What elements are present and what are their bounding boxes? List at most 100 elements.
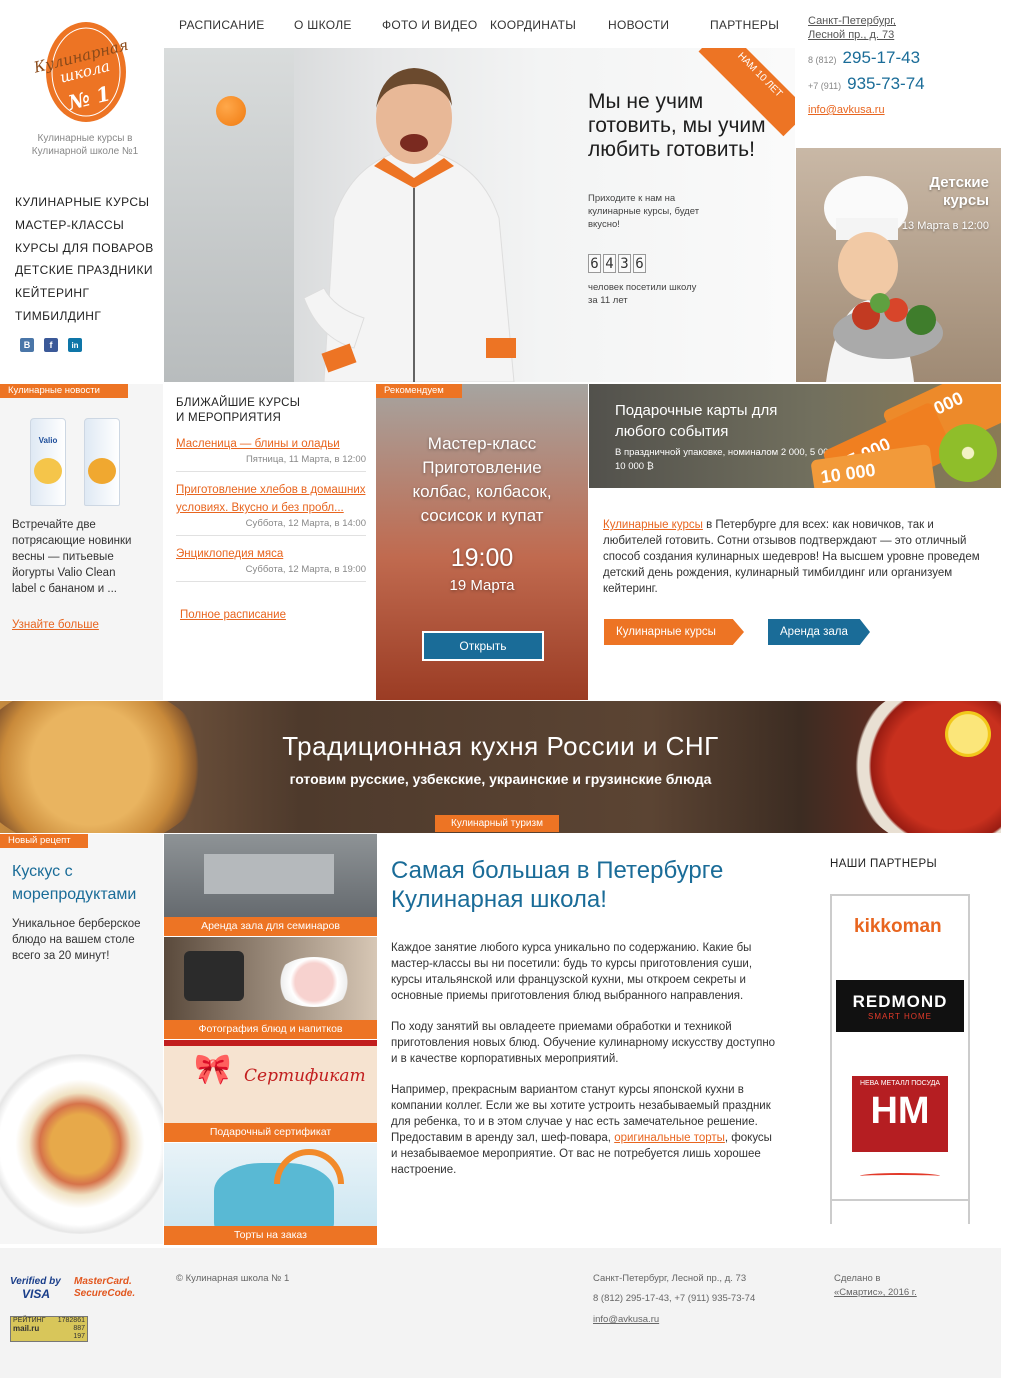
gift-title: Подарочные карты для любого события (615, 402, 778, 440)
top-nav: РАСПИСАНИЕ О ШКОЛЕ ФОТО И ВИДЕО КООРДИНА… (165, 10, 797, 40)
tagline: Кулинарные курсы в Кулинарной школе №1 (31, 133, 139, 157)
partner-kikkoman[interactable]: kikkoman (830, 880, 1000, 1224)
course-item: Масленица — блины и оладьи Пятница, 11 М… (176, 426, 366, 472)
hero-title: Мы не учим готовить, мы учим любить гото… (588, 90, 766, 161)
cuisine-banner[interactable]: Традиционная кухня России и СНГ готовим … (0, 701, 1001, 833)
recommend-date: 19 Марта (449, 577, 515, 594)
topnav-photo-video[interactable]: ФОТО И ВИДЕО (382, 18, 478, 32)
upcoming-courses: БЛИЖАЙШИЕ КУРСЫ И МЕРОПРИЯТИЯ Масленица … (176, 396, 366, 582)
counter-caption: человек посетили школу за 11 лет (588, 282, 697, 306)
news-label: Кулинарные новости (0, 384, 128, 398)
banner-title: Традиционная кухня России и СНГ (282, 731, 719, 761)
culinary-courses-button[interactable]: Кулинарные курсы (604, 619, 744, 645)
made-by-link[interactable]: «Смартис», 2016 г. (834, 1282, 917, 1303)
course-date: Суббота, 12 Марта, в 19:00 (245, 564, 366, 575)
mailru-rating-counter[interactable]: РЕЙТИНГ 1782861 mail.ru 887 197 (10, 1316, 88, 1342)
orange-fruit (216, 96, 246, 126)
original-cakes-link[interactable]: оригинальные торты (614, 1132, 725, 1144)
topnav-schedule[interactable]: РАСПИСАНИЕ (179, 18, 265, 32)
kids-courses-promo[interactable]: Детские курсы 13 Марта в 12:00 (796, 148, 1001, 382)
recommend-time: 19:00 (450, 544, 514, 572)
tile-gift-certificate[interactable]: 🎀 Сертификат Подарочный сертификат (164, 1040, 377, 1142)
open-button[interactable]: Открыть (422, 631, 544, 661)
nav-culinary-courses[interactable]: КУЛИНАРНЫЕ КУРСЫ (15, 194, 160, 217)
partner-nevametall[interactable]: НЕВА МЕТАЛЛ ПОСУДА НМ (830, 1076, 1000, 1184)
nav-master-classes[interactable]: МАСТЕР-КЛАССЫ (15, 217, 160, 240)
phone-1[interactable]: 8 (812) 295-17-43 (808, 48, 1008, 70)
kikkoman-logo: kikkoman (854, 916, 942, 937)
recipe-title: Кускус с морепродуктами (12, 863, 137, 903)
nav-catering[interactable]: КЕЙТЕРИНГ (15, 285, 160, 308)
tile-caption: Фотография блюд и напитков (164, 1020, 377, 1039)
kids-title: Детские курсы (929, 174, 989, 209)
topnav-about[interactable]: О ШКОЛЕ (294, 18, 352, 32)
footer: Verified by VISA MasterCard. SecureCode.… (0, 1248, 1001, 1378)
contacts: Санкт-Петербург, Лесной пр., д. 73 8 (81… (808, 14, 1008, 116)
verified-by-visa-logo: Verified by VISA (10, 1276, 61, 1301)
gift-cards-promo[interactable]: Подарочные карты для любого события В пр… (589, 384, 1001, 488)
intro-text: Кулинарные курсы в Петербурге для всех: … (603, 519, 980, 595)
topnav-coordinates[interactable]: КООРДИНАТЫ (490, 18, 576, 32)
course-link[interactable]: Масленица — блины и оладьи (176, 438, 340, 450)
hall-rental-button[interactable]: Аренда зала (768, 619, 870, 645)
pilaf-image (0, 701, 210, 833)
partners: НАШИ ПАРТНЕРЫ kikkoman REDMOND SMART HOM… (830, 858, 1000, 1224)
recommended-masterclass: Рекомендуем Мастер-класс Приготовление к… (376, 384, 588, 700)
linkedin-icon[interactable]: in (68, 338, 82, 352)
logo[interactable]: Кулинарная школа № 1 (28, 14, 138, 124)
recipe-text: Уникальное берберское блюдо на вашем сто… (12, 918, 141, 962)
full-schedule-link[interactable]: Полное расписание (180, 609, 286, 621)
visitor-counter: 6 4 3 6 (588, 254, 646, 273)
main-title: Самая большая в Петербурге Кулинарная шк… (391, 857, 724, 913)
kiwi-image (939, 424, 997, 482)
news-text: Встречайте две потрясающие новинки весны… (12, 519, 132, 595)
tile-food-photography[interactable]: Фотография блюд и напитков (164, 937, 377, 1039)
new-recipe[interactable]: Новый рецепт Кускус с морепродуктами Уни… (0, 834, 163, 1244)
main-text: Каждое занятие любого курса уникально по… (391, 940, 779, 1193)
kids-date: 13 Марта в 12:00 (901, 220, 989, 232)
course-link[interactable]: Энциклопедия мяса (176, 548, 283, 560)
redmond-subtitle: SMART HOME (868, 1012, 932, 1021)
counter-digit: 6 (588, 254, 601, 273)
courses-title: БЛИЖАЙШИЕ КУРСЫ И МЕРОПРИЯТИЯ (176, 397, 301, 424)
partner-logo-small[interactable] (860, 1173, 940, 1179)
hero-subtitle: Приходите к нам на кулинарные курсы, буд… (588, 193, 700, 230)
topnav-news[interactable]: НОВОСТИ (608, 18, 669, 32)
copyright: © Кулинарная школа № 1 (176, 1273, 290, 1284)
nav-chef-courses[interactable]: КУРСЫ ДЛЯ ПОВАРОВ (15, 240, 160, 263)
main-paragraph: Каждое занятие любого курса уникально по… (391, 942, 753, 1002)
nm-logo: НМ (870, 1090, 930, 1132)
nav-teambuilding[interactable]: ТИМБИЛДИНГ (15, 308, 160, 331)
culinary-courses-link[interactable]: Кулинарные курсы (603, 519, 703, 531)
culinary-tourism-tag[interactable]: Кулинарный туризм (435, 815, 559, 832)
address-link[interactable]: Санкт-Петербург, Лесной пр., д. 73 (808, 14, 918, 42)
banner-subtitle: готовим русские, узбекские, украинские и… (289, 771, 712, 787)
nm-caption: НЕВА МЕТАЛЛ ПОСУДА (859, 1080, 941, 1087)
tile-caption: Аренда зала для семинаров (164, 917, 377, 936)
tile-hall-rental[interactable]: Аренда зала для семинаров (164, 834, 377, 936)
email-link[interactable]: info@avkusa.ru (808, 104, 1008, 116)
footer-email[interactable]: info@avkusa.ru (593, 1309, 659, 1330)
counter-digit: 4 (603, 254, 616, 273)
facebook-icon[interactable]: f (44, 338, 58, 352)
partners-title: НАШИ ПАРТНЕРЫ (830, 858, 938, 870)
counter-digit: 6 (633, 254, 646, 273)
topnav-partners[interactable]: ПАРТНЕРЫ (710, 18, 779, 32)
mastercard-securecode-logo: MasterCard. SecureCode. (74, 1276, 136, 1299)
course-link[interactable]: Приготовление хлебов в домашних условиях… (176, 484, 366, 514)
tile-cakes[interactable]: Торты на заказ (164, 1143, 377, 1245)
main-paragraph: Например, прекрасным вариантом станут ку… (391, 1084, 772, 1176)
tile-caption: Торты на заказ (164, 1226, 377, 1245)
couscous-plate (0, 1054, 163, 1234)
nav-kids-parties[interactable]: ДЕТСКИЕ ПРАЗДНИКИ (15, 262, 160, 285)
left-nav: КУЛИНАРНЫЕ КУРСЫ МАСТЕР-КЛАССЫ КУРСЫ ДЛЯ… (15, 194, 160, 331)
news-more-link[interactable]: Узнайте больше (12, 619, 99, 631)
chef-photo (264, 48, 564, 382)
course-item: Энциклопедия мяса Суббота, 12 Марта, в 1… (176, 536, 366, 582)
yogurt-image: Valio (12, 418, 144, 508)
tile-caption: Подарочный сертификат (164, 1123, 377, 1142)
vk-icon[interactable]: В (20, 338, 34, 352)
partner-redmond[interactable]: REDMOND SMART HOME (830, 980, 1000, 1082)
hero-banner: НАМ 10 ЛЕТ Мы не учим готовить, мы учим … (164, 48, 795, 382)
phone-2[interactable]: +7 (911) 935-73-74 (808, 74, 1008, 96)
